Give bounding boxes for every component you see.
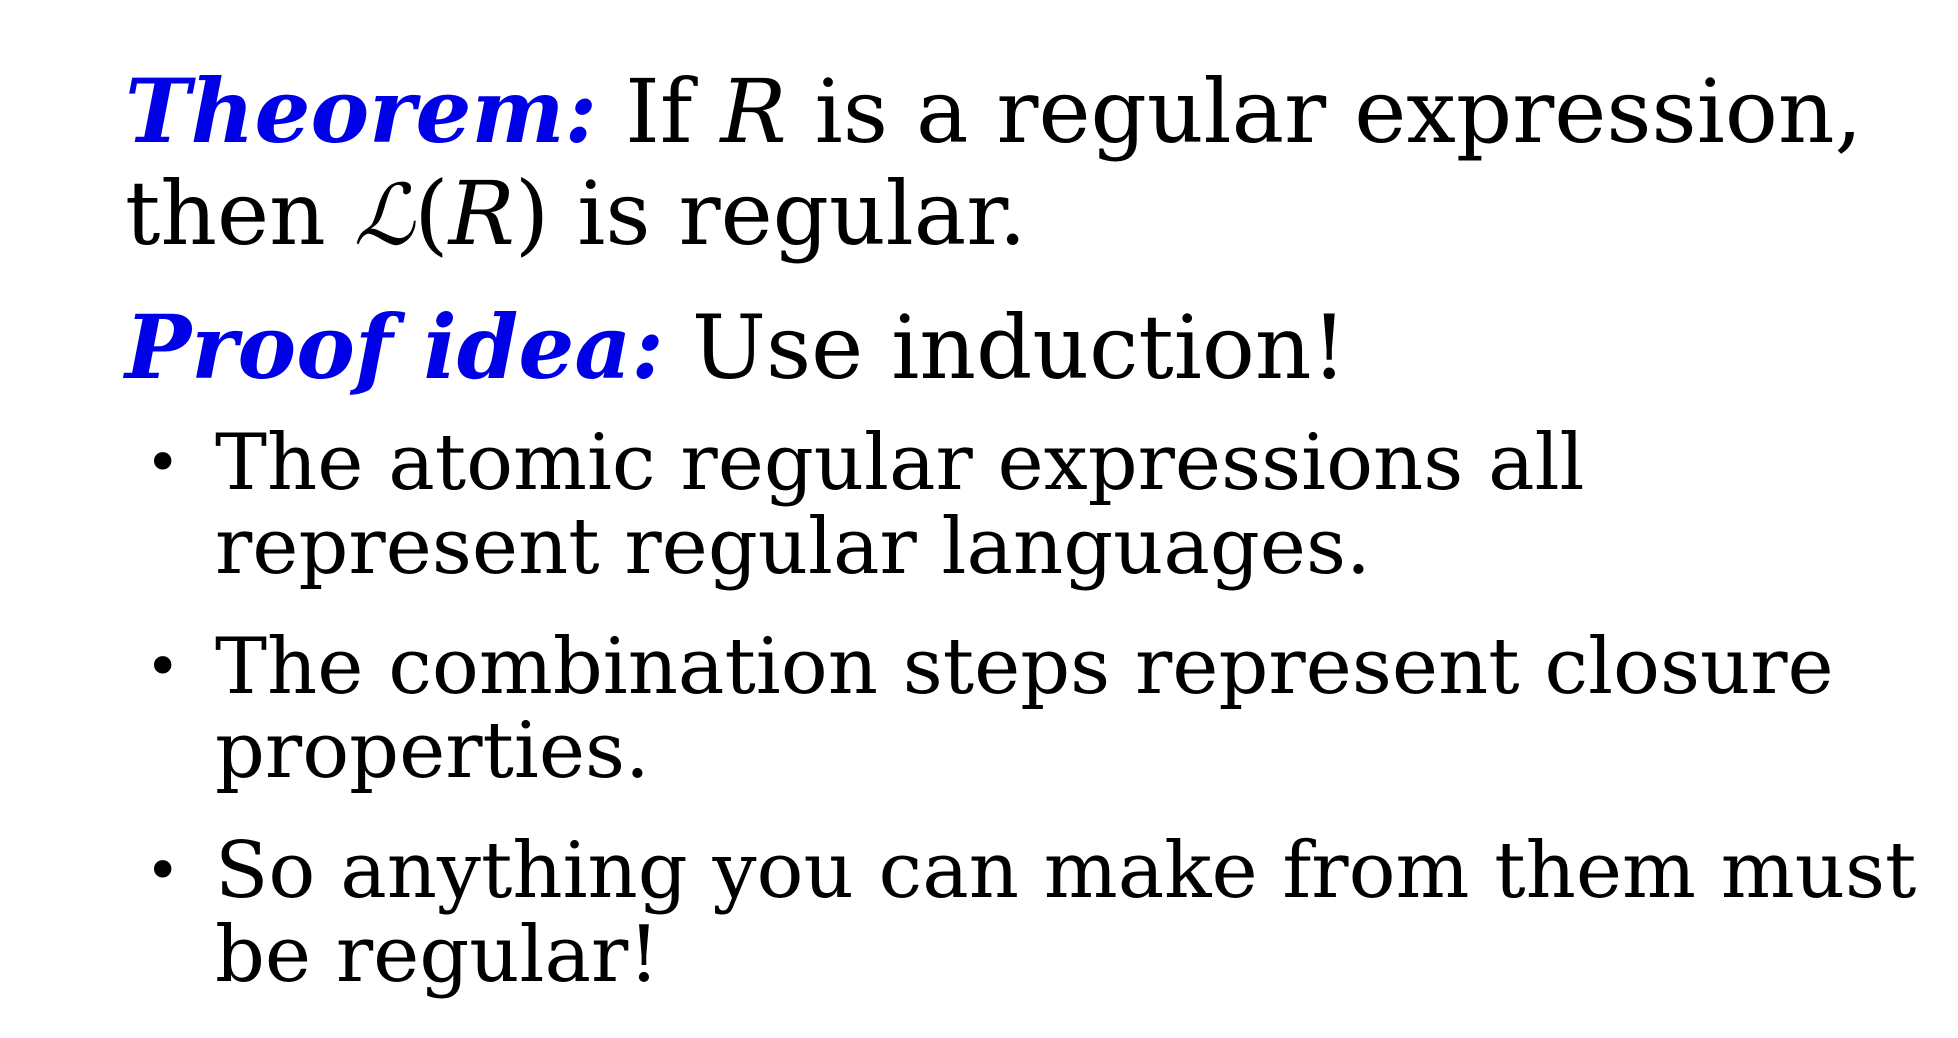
bullet-icon: • <box>145 632 181 702</box>
proof-text: Use induction! <box>691 296 1347 399</box>
theorem-text-then: then <box>125 162 326 265</box>
list-item: • The atomic regular expressions all rep… <box>125 421 1925 589</box>
bullet-icon: • <box>145 428 181 498</box>
theorem-text-is-regular: is regular. <box>577 162 1027 265</box>
theorem-var-r: R <box>720 60 787 163</box>
theorem-open-paren: ( <box>414 162 449 265</box>
bullet-text: The atomic regular expressions all repre… <box>215 418 1585 592</box>
proof-label: Proof idea: <box>125 295 664 399</box>
theorem-language-symbol: ℒ <box>353 166 415 264</box>
slide-content: Theorem: If R is a regular expression, t… <box>125 60 1925 1033</box>
bullet-icon: • <box>145 836 181 906</box>
bullet-list: • The atomic regular expressions all rep… <box>125 421 1925 997</box>
theorem-statement: Theorem: If R is a regular expression, t… <box>125 60 1925 266</box>
bullet-text: The combination steps represent closure … <box>215 622 1834 796</box>
list-item: • So anything you can make from them mus… <box>125 829 1925 997</box>
theorem-text-if: If <box>625 60 693 163</box>
proof-idea: Proof idea: Use induction! <box>125 296 1925 399</box>
bullet-text: So anything you can make from them must … <box>215 826 1917 1000</box>
list-item: • The combination steps represent closur… <box>125 625 1925 793</box>
theorem-text-regex: is a regular expression, <box>814 60 1863 163</box>
theorem-close-paren: ) <box>514 162 550 265</box>
theorem-var-r-2: R <box>448 162 515 265</box>
theorem-label: Theorem: <box>125 59 598 163</box>
